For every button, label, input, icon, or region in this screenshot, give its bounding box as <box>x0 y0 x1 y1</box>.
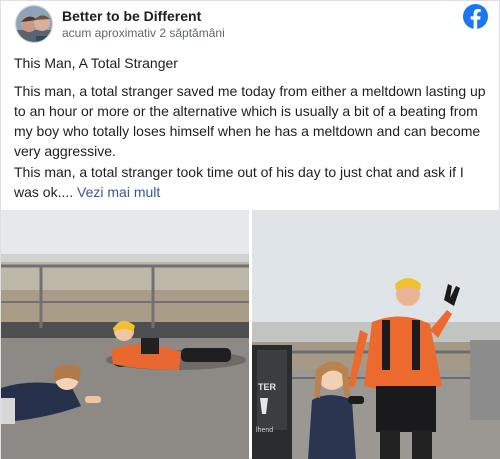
bin-sign-text: TER <box>258 382 277 392</box>
page-avatar[interactable] <box>15 5 53 43</box>
photo-2[interactable]: TER lhend <box>252 210 500 459</box>
facebook-logo-icon[interactable] <box>463 4 488 29</box>
post-paragraph-2: This man, a total stranger took time out… <box>14 162 492 202</box>
post-title: This Man, A Total Stranger <box>14 55 178 71</box>
post-paragraph-1: This man, a total stranger saved me toda… <box>14 83 486 159</box>
photo-1-image <box>1 210 249 459</box>
avatar-image <box>16 6 52 42</box>
facebook-logo-glyph <box>463 4 488 29</box>
photo-grid: TER lhend <box>1 208 500 459</box>
post-header: Better to be Different acum aproximativ … <box>1 1 500 47</box>
photo-2-image: TER lhend <box>252 210 500 459</box>
see-more-link[interactable]: Vezi mai mult <box>77 184 160 200</box>
post-timestamp[interactable]: acum aproximativ 2 săptămâni <box>62 26 225 40</box>
photo-1[interactable] <box>1 210 249 459</box>
facebook-post-card: Better to be Different acum aproximativ … <box>0 0 500 459</box>
bin-sign-text-2: lhend <box>256 427 273 434</box>
page-name-link[interactable]: Better to be Different <box>62 8 201 24</box>
